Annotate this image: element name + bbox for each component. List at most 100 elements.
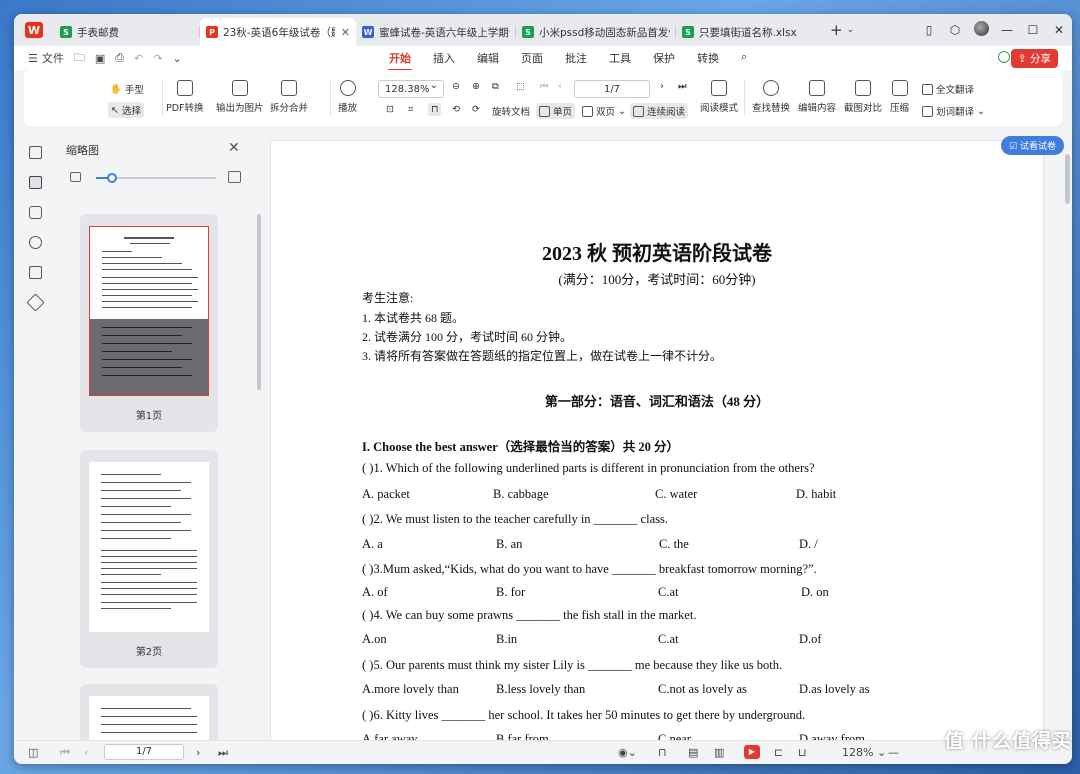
more-chevron-icon[interactable]: ⌄ bbox=[173, 52, 182, 65]
ribbon-tab-protect[interactable]: 保护 bbox=[642, 50, 686, 66]
thumbnail-size-slider[interactable] bbox=[96, 173, 216, 183]
close-window-icon[interactable]: ✕ bbox=[1046, 23, 1072, 37]
zoom-out-icon[interactable]: ⊖ bbox=[452, 81, 460, 92]
ribbon-tab-convert[interactable]: 转换 bbox=[686, 50, 730, 66]
cube-icon[interactable]: ⬡ bbox=[942, 23, 968, 37]
prev-page-icon[interactable]: ‹ bbox=[84, 746, 88, 759]
compress-button[interactable]: 压缩 bbox=[890, 80, 909, 114]
large-image-icon[interactable] bbox=[228, 171, 241, 183]
close-panel-icon[interactable]: ✕ bbox=[228, 140, 240, 156]
play-status-icon[interactable]: ▶ bbox=[744, 745, 760, 759]
new-tab-icon[interactable]: + bbox=[830, 21, 843, 39]
export-image-button[interactable]: 输出为图片 bbox=[216, 80, 264, 114]
close-tab-icon[interactable]: ✕ bbox=[341, 26, 350, 39]
screenshot-compare-button[interactable]: 截图对比 bbox=[844, 80, 882, 114]
ribbon-tab-start[interactable]: 开始 bbox=[378, 50, 422, 71]
split-merge-button[interactable]: 拆分合并 bbox=[270, 80, 308, 114]
save-icon[interactable]: ▣ bbox=[95, 52, 105, 65]
page-input[interactable]: 1/7 bbox=[574, 80, 650, 98]
maximize-icon[interactable]: ☐ bbox=[1020, 23, 1046, 37]
select-tool-button[interactable]: ↖ 选择 bbox=[108, 102, 144, 118]
fit-page-icon[interactable]: ⬚ bbox=[516, 81, 525, 92]
thumbnail-scrollbar[interactable] bbox=[257, 214, 261, 390]
continuous-read-button[interactable]: 连续阅读 bbox=[630, 103, 689, 119]
thumbnail-icon[interactable] bbox=[29, 176, 42, 189]
select-label: 选择 bbox=[121, 106, 141, 117]
trial-exam-button[interactable]: ☑ 试看试卷 bbox=[1001, 136, 1064, 155]
last-page-icon[interactable]: ⏭ bbox=[678, 81, 687, 92]
user-avatar[interactable] bbox=[968, 21, 994, 39]
last-page-icon[interactable]: ⏭ bbox=[218, 746, 228, 760]
prev-page-icon[interactable]: ‹ bbox=[558, 81, 562, 92]
small-image-icon[interactable] bbox=[70, 172, 81, 182]
next-page-icon[interactable]: › bbox=[196, 746, 200, 759]
read-mode-button[interactable]: 阅读模式 bbox=[700, 80, 738, 114]
folder-icon[interactable]: 🗀 bbox=[74, 49, 85, 68]
window-controls: ▯ ⬡ — ☐ ✕ bbox=[916, 14, 1072, 46]
zoom-in-icon[interactable]: ⊕ bbox=[472, 81, 480, 92]
hamburger-icon[interactable]: ☰ bbox=[28, 52, 38, 65]
status-zoom[interactable]: 128% ⌄ bbox=[842, 746, 886, 759]
ribbon-tab-comment[interactable]: 批注 bbox=[554, 50, 598, 66]
first-page-icon[interactable]: ⏮ bbox=[60, 746, 70, 760]
tab-2-active[interactable]: P 23秋-英语6年级试卷（题目 ✕ bbox=[200, 18, 356, 46]
cloud-sync-icon[interactable] bbox=[998, 51, 1010, 63]
single-page-button[interactable]: 单页 bbox=[536, 103, 576, 119]
word-translate-label: 划词翻译 bbox=[936, 107, 975, 118]
layout-icon[interactable]: ▯ bbox=[916, 23, 942, 37]
share-button[interactable]: ⇪ 分享 bbox=[1010, 49, 1058, 68]
hand-tool-button[interactable]: ✋ 手型 bbox=[110, 82, 144, 97]
fit-height-status-icon[interactable]: ⊓ bbox=[658, 746, 667, 759]
tab-5[interactable]: S 只要填街道名称.xlsx bbox=[676, 20, 822, 44]
notice-2: 2. 试卷满分 100 分，考试时间 60 分钟。 bbox=[362, 330, 573, 344]
zoom-select[interactable]: 128.38% bbox=[378, 80, 444, 98]
rotate-right-icon[interactable]: ⟳ bbox=[472, 104, 480, 115]
bookmark-icon[interactable] bbox=[29, 146, 42, 159]
ribbon-tab-edit[interactable]: 编辑 bbox=[466, 50, 510, 66]
comment-icon[interactable] bbox=[29, 206, 42, 219]
first-page-icon[interactable]: ⏮ bbox=[540, 81, 549, 92]
fit-icon[interactable]: ⧉ bbox=[492, 81, 499, 92]
layers-icon[interactable] bbox=[26, 293, 45, 312]
rotate-doc-button[interactable]: 旋转文档 bbox=[492, 104, 530, 118]
search-icon[interactable]: ⌕ bbox=[730, 50, 758, 66]
document-scrollbar[interactable] bbox=[1065, 154, 1070, 204]
minimize-icon[interactable]: — bbox=[994, 23, 1020, 37]
edit-content-button[interactable]: 编辑内容 bbox=[798, 80, 836, 114]
attachment-icon[interactable] bbox=[29, 236, 42, 249]
ribbon-tab-insert[interactable]: 插入 bbox=[422, 50, 466, 66]
thumbnail-page-1[interactable]: 第1页 bbox=[80, 214, 218, 432]
actual-size-icon[interactable]: ⊡ bbox=[386, 104, 394, 115]
wps-logo[interactable]: W bbox=[14, 14, 54, 46]
tab-list-chevron-icon[interactable]: ⌄ bbox=[847, 25, 855, 35]
find-replace-button[interactable]: 查找替换 bbox=[752, 80, 790, 114]
undo-icon[interactable]: ↶ bbox=[134, 52, 143, 65]
signature-icon[interactable] bbox=[29, 266, 42, 279]
ribbon-tab-tools[interactable]: 工具 bbox=[598, 50, 642, 66]
thumbnail-page-2[interactable]: 第2页 bbox=[80, 450, 218, 668]
zoom-out-status-icon[interactable]: — bbox=[888, 746, 899, 759]
fit-height-icon[interactable]: ⊓ bbox=[428, 103, 442, 116]
eye-protect-icon[interactable]: ◉⌄ bbox=[618, 746, 637, 759]
full-translate-button[interactable]: 全文翻译 bbox=[922, 82, 974, 96]
fit-width-icon[interactable]: ⌗ bbox=[408, 104, 413, 115]
width-status-icon[interactable]: ⊏ bbox=[774, 746, 783, 759]
sidebar-toggle-icon[interactable]: ◫ bbox=[28, 746, 38, 759]
tab-4[interactable]: S 小米pssd移动固态新品首发体 bbox=[516, 20, 676, 44]
double-page-status-icon[interactable]: ▥ bbox=[714, 746, 724, 759]
word-translate-button[interactable]: 划词翻译 ⌄ bbox=[922, 104, 985, 118]
pdf-convert-button[interactable]: PDF转换 bbox=[166, 80, 204, 114]
file-menu[interactable]: 文件 bbox=[42, 50, 64, 66]
tab-1[interactable]: S 手表邮费 bbox=[54, 20, 200, 44]
status-page-input[interactable]: 1/7 bbox=[104, 744, 184, 760]
ribbon-tab-page[interactable]: 页面 bbox=[510, 50, 554, 66]
rotate-left-icon[interactable]: ⟲ bbox=[452, 104, 460, 115]
play-button[interactable]: 播放 bbox=[338, 80, 357, 114]
height-status-icon[interactable]: ⊔ bbox=[798, 746, 807, 759]
print-icon[interactable]: ⎙ bbox=[115, 51, 124, 65]
next-page-icon[interactable]: › bbox=[660, 81, 664, 92]
tab-3[interactable]: W 蜜蜂试卷-英语六年级上学期试 bbox=[356, 20, 516, 44]
single-page-status-icon[interactable]: ▤ bbox=[688, 746, 698, 759]
double-page-button[interactable]: 双页 ⌄ bbox=[582, 104, 626, 118]
redo-icon[interactable]: ↷ bbox=[153, 52, 162, 65]
